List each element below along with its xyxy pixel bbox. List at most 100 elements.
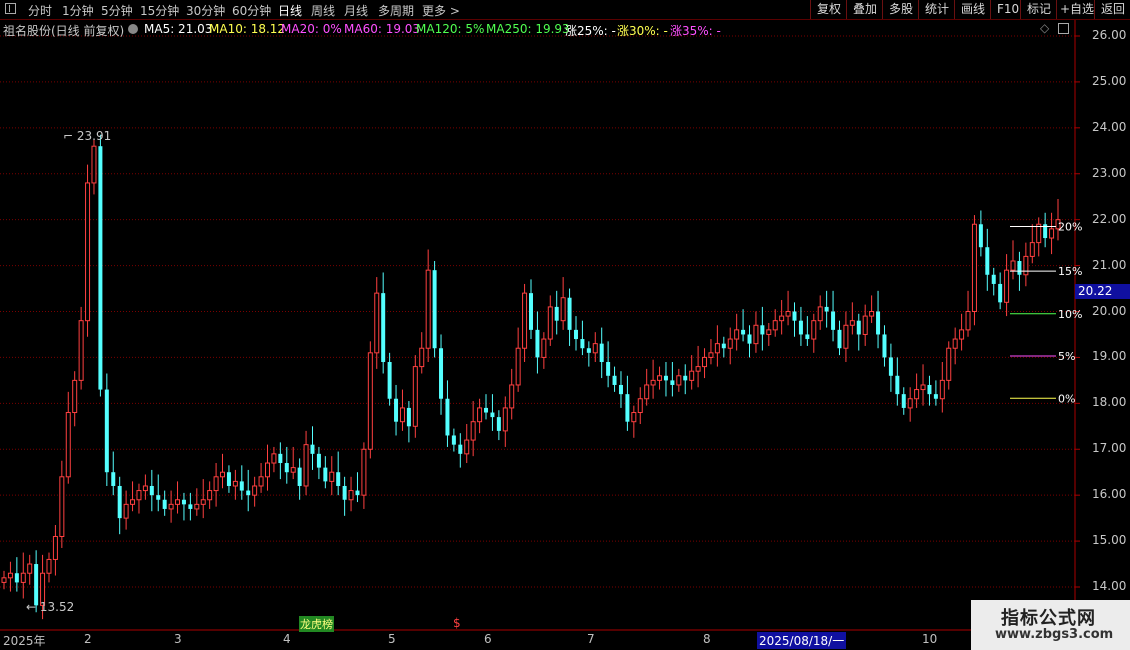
y-tick-label: 23.00: [1092, 165, 1127, 180]
x-label-year: 2025年: [3, 634, 46, 648]
candle-body: [458, 444, 463, 454]
menu-icon[interactable]: [5, 3, 16, 14]
ma10-value: MA10: 18.12: [209, 22, 286, 36]
candle-body: [149, 485, 154, 496]
draw-line-button[interactable]: 画线: [954, 0, 990, 19]
overlay-button[interactable]: 叠加: [846, 0, 882, 19]
period-minute-chart[interactable]: 分时: [28, 2, 52, 19]
candle-body: [939, 379, 945, 400]
x-label-jul: 7: [587, 632, 595, 646]
candle-body: [265, 462, 270, 478]
candle-body: [901, 394, 906, 408]
candle-body: [721, 343, 726, 349]
level-label: 5%: [1058, 350, 1075, 363]
candle-body: [522, 292, 528, 349]
candle-body: [849, 320, 855, 326]
panel-toggle-icon[interactable]: [1058, 23, 1069, 34]
candle-body: [606, 362, 611, 376]
zhang25-value: 涨25%: -: [565, 24, 616, 38]
candle-body: [599, 343, 604, 363]
y-tick-label: 24.00: [1092, 119, 1127, 134]
period-monthly[interactable]: 月线: [344, 2, 368, 19]
candle-body: [895, 375, 900, 395]
candle-body: [310, 444, 315, 454]
period-5min[interactable]: 5分钟: [101, 2, 133, 19]
candle-body: [355, 490, 360, 496]
diamond-icon[interactable]: ◇: [1040, 21, 1049, 35]
candle-body: [978, 224, 983, 248]
candle-body: [464, 439, 470, 455]
statistics-button[interactable]: 统计: [918, 0, 954, 19]
candle-body: [907, 398, 913, 409]
high-price: 23.91: [76, 129, 112, 143]
candle-body: [592, 343, 598, 354]
candle-body: [91, 145, 97, 184]
candle-body: [952, 338, 958, 349]
candle-body: [580, 339, 585, 349]
candle-body: [316, 453, 321, 468]
period-more[interactable]: 更多 >: [422, 2, 460, 19]
add-watchlist-button[interactable]: +自选: [1056, 0, 1094, 19]
restore-rights-button[interactable]: 复权: [810, 0, 846, 19]
candle-body: [220, 471, 226, 478]
multi-stock-button[interactable]: 多股: [882, 0, 918, 19]
ma5-value: MA5: 21.03: [144, 22, 213, 36]
candle-body: [869, 311, 875, 317]
period-1min[interactable]: 1分钟: [62, 2, 94, 19]
f10-button[interactable]: F10: [990, 0, 1020, 19]
dollar-marker[interactable]: $: [453, 616, 461, 630]
period-weekly[interactable]: 周线: [311, 2, 335, 19]
period-15min[interactable]: 15分钟: [140, 2, 179, 19]
candle-body: [586, 348, 591, 353]
candle-body: [747, 334, 752, 344]
watermark: 指标公式网 www.zbgs3.com: [971, 600, 1130, 650]
candle-body: [117, 485, 122, 519]
candle-body: [965, 311, 971, 331]
candle-body: [959, 329, 965, 340]
candle-body: [657, 375, 663, 381]
candle-body: [1, 577, 7, 583]
candle-body: [72, 379, 78, 414]
candle-body: [509, 384, 515, 409]
candle-body: [843, 324, 849, 349]
candle-body: [213, 476, 219, 492]
period-daily[interactable]: 日线: [278, 2, 302, 19]
period-30min[interactable]: 30分钟: [186, 2, 225, 19]
kline-chart[interactable]: 20% 15% 10% 5% 0%: [0, 0, 1130, 650]
zhang35-value: 涨35%: -: [670, 24, 721, 38]
candle-body: [175, 499, 181, 505]
x-label-may: 5: [388, 632, 396, 646]
mark-button[interactable]: 标记: [1020, 0, 1056, 19]
settings-circle-icon[interactable]: [128, 24, 138, 34]
candle-body: [1023, 255, 1029, 276]
period-multi[interactable]: 多周期: [378, 2, 414, 19]
low-label: ← 13.52: [26, 600, 75, 614]
candle-body: [432, 270, 437, 349]
candle-body: [805, 334, 810, 340]
y-tick-label: 14.00: [1092, 579, 1127, 593]
y-tick-label: 25.00: [1092, 73, 1127, 88]
back-button[interactable]: 返回: [1094, 0, 1130, 19]
candle-body: [567, 297, 572, 330]
candle-body: [7, 572, 13, 579]
candle-body: [142, 485, 148, 492]
candle-body: [445, 398, 450, 436]
candle-body: [946, 347, 952, 381]
zhang30-value: 涨30%: -: [617, 24, 668, 38]
lhb-marker[interactable]: 龙虎榜: [299, 616, 334, 632]
x-label-mar: 3: [174, 632, 182, 646]
candle-body: [111, 472, 116, 486]
candle-body: [239, 481, 244, 491]
x-label-aug: 8: [703, 632, 711, 646]
period-60min[interactable]: 60分钟: [232, 2, 271, 19]
candle-body: [702, 356, 708, 368]
current-price-tag: 20.22: [1075, 284, 1130, 299]
candle-body: [785, 311, 791, 317]
ma60-value: MA60: 19.03: [344, 22, 421, 36]
candle-body: [560, 297, 566, 322]
candle-body: [490, 412, 495, 418]
candle-body: [477, 407, 483, 423]
candle-body: [683, 375, 688, 381]
candle-body: [515, 347, 521, 386]
candle-body: [52, 535, 58, 560]
